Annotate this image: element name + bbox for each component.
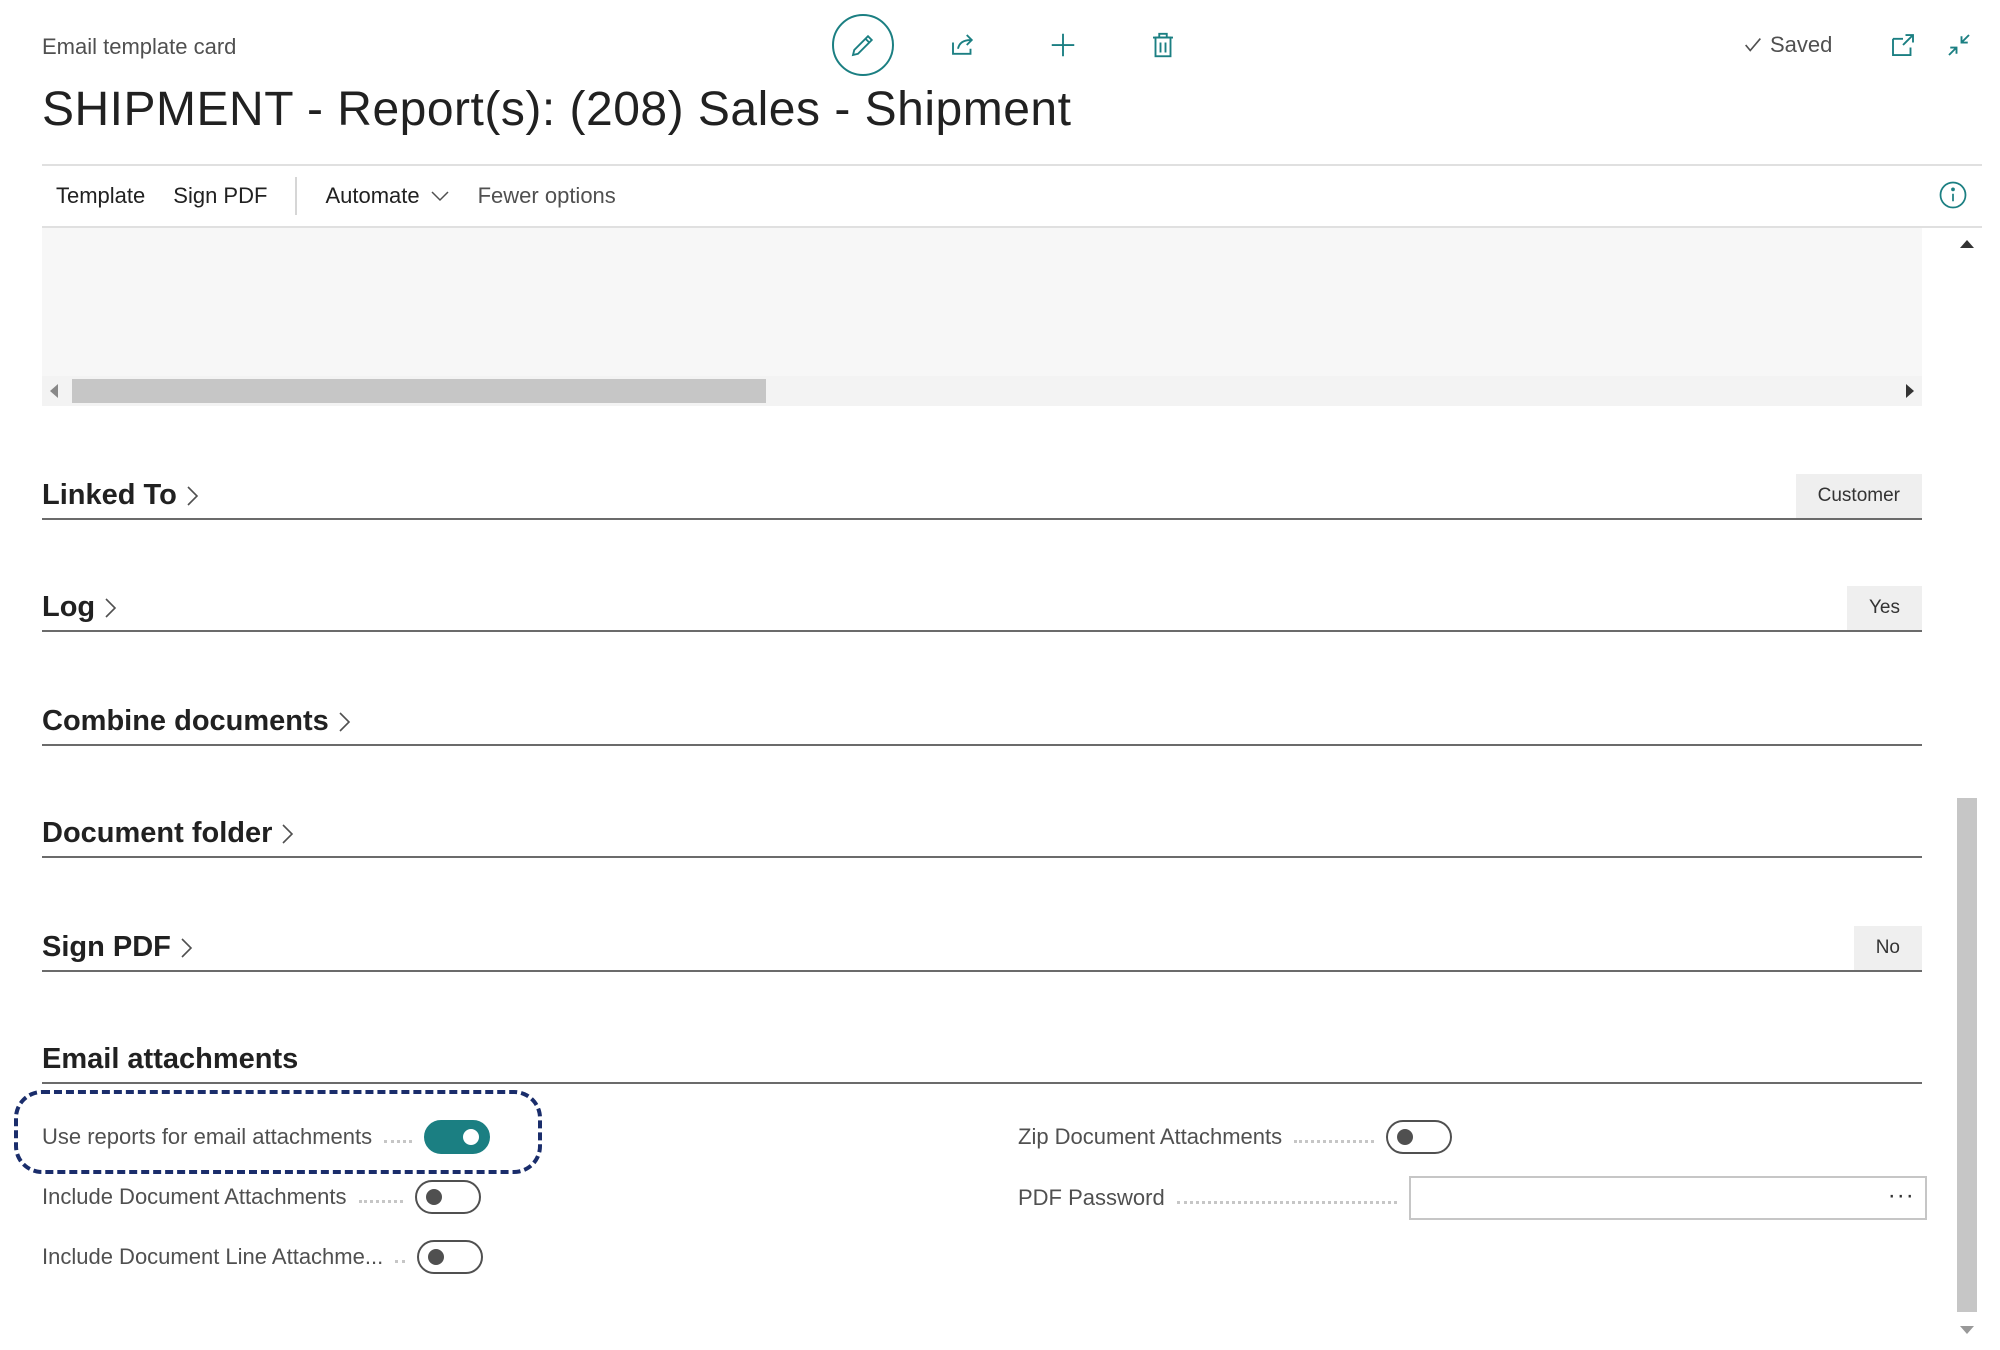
field-label: Include Document Line Attachme... (42, 1244, 384, 1269)
saved-label: Saved (1770, 32, 1833, 57)
field-label: PDF Password (1018, 1185, 1165, 1210)
field-pdf-password: PDF Password ··· (1018, 1176, 1927, 1220)
chevron-right-icon (339, 711, 350, 732)
section-badge: Customer (1795, 474, 1922, 518)
section-email-attachments[interactable]: Email attachments (42, 1024, 1922, 1084)
saved-status: Saved (1742, 32, 1832, 58)
field-label: Include Document Attachments (42, 1184, 347, 1209)
info-icon[interactable] (1938, 180, 1968, 210)
page-title: SHIPMENT - Report(s): (208) Sales - Ship… (42, 83, 1072, 136)
field-include-document-line-attachments: Include Document Line Attachme... (42, 1240, 484, 1274)
leader-dots (395, 1259, 406, 1263)
zip-document-attachments-toggle[interactable] (1386, 1120, 1453, 1154)
chevron-down-icon (431, 191, 449, 202)
section-title: Combine documents (42, 705, 329, 737)
field-include-document-attachments: Include Document Attachments (42, 1180, 481, 1214)
share-icon (952, 34, 974, 55)
window-controls (1888, 30, 1974, 60)
section-sign-pdf[interactable]: Sign PDF No (42, 912, 1922, 972)
action-bar: Template Sign PDF Automate Fewer options (42, 164, 1982, 228)
section-linked-to[interactable]: Linked To Customer (42, 460, 1922, 520)
section-title: Email attachments (42, 1043, 299, 1075)
leader-dots (1176, 1200, 1397, 1204)
actionbar-fewer-options[interactable]: Fewer options (464, 183, 630, 209)
new-button[interactable] (1032, 14, 1094, 76)
chevron-right-icon (187, 485, 198, 506)
edit-icon (851, 34, 874, 57)
section-combine-documents[interactable]: Combine documents (42, 686, 1922, 746)
more-options-button[interactable]: ··· (1888, 1182, 1915, 1210)
actionbar-template[interactable]: Template (42, 183, 159, 209)
section-title: Sign PDF (42, 931, 171, 963)
highlight-annotation (14, 1090, 542, 1174)
section-title: Linked To (42, 479, 177, 511)
plus-icon (1051, 33, 1075, 57)
include-document-attachments-toggle[interactable] (414, 1180, 481, 1214)
section-document-folder[interactable]: Document folder (42, 798, 1922, 858)
scroll-down-icon[interactable] (1960, 1326, 1974, 1334)
horizontal-scrollbar[interactable] (42, 376, 1922, 406)
pdf-password-input[interactable]: ··· (1408, 1176, 1927, 1220)
vertical-scroll-thumb[interactable] (1957, 798, 1977, 1312)
checkmark-icon (1745, 38, 1761, 52)
top-actions (832, 14, 1232, 76)
actionbar-automate-label: Automate (325, 183, 420, 208)
leader-dots (358, 1199, 403, 1203)
actionbar-divider (295, 177, 298, 215)
scroll-up-icon[interactable] (1960, 240, 1974, 248)
edit-button[interactable] (832, 14, 894, 76)
chevron-right-icon (105, 597, 117, 618)
share-button[interactable] (932, 14, 994, 76)
leader-dots (1294, 1139, 1375, 1143)
delete-button[interactable] (1132, 14, 1194, 76)
field-label: Zip Document Attachments (1018, 1124, 1283, 1149)
open-new-window-icon[interactable] (1888, 30, 1918, 60)
collapse-icon[interactable] (1944, 30, 1974, 60)
breadcrumb: Email template card (42, 34, 237, 59)
actionbar-automate[interactable]: Automate (311, 183, 463, 209)
chevron-right-icon (282, 823, 294, 844)
field-zip-document-attachments: Zip Document Attachments (1018, 1120, 1453, 1154)
section-badge: No (1853, 926, 1922, 970)
include-document-line-attachments-toggle[interactable] (417, 1240, 484, 1274)
section-badge: Yes (1847, 586, 1922, 630)
vertical-scrollbar[interactable] (1954, 232, 1980, 1342)
section-log[interactable]: Log Yes (42, 572, 1922, 632)
scroll-left-icon[interactable] (50, 384, 58, 398)
actionbar-sign-pdf[interactable]: Sign PDF (159, 183, 281, 209)
section-title: Log (42, 591, 96, 623)
horizontal-scroll-thumb[interactable] (72, 379, 766, 403)
chevron-right-icon (181, 937, 193, 958)
section-title: Document folder (42, 817, 273, 849)
scroll-right-icon[interactable] (1906, 384, 1914, 398)
delete-icon (1153, 32, 1173, 58)
